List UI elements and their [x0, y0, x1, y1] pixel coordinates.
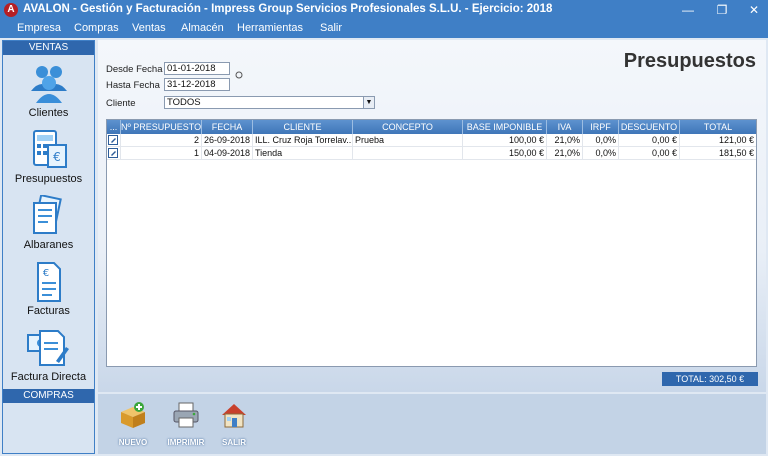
budget-calculator-icon: €	[33, 130, 67, 168]
cell-concepto	[353, 147, 463, 160]
main-panel: Presupuestos Desde Fecha Hasta Fecha Cli…	[98, 40, 766, 392]
total-badge: TOTAL: 302,50 €	[662, 372, 758, 386]
sidebar-item-presupuestos[interactable]: € Presupuestos	[3, 127, 94, 189]
hasta-fecha-input[interactable]	[164, 78, 230, 91]
svg-text:€: €	[53, 150, 61, 164]
cell-iva: 21,0%	[547, 134, 583, 147]
cell-descuento: 0,00 €	[619, 147, 680, 160]
imprimir-label: IMPRIMIR	[167, 438, 205, 447]
exit-house-icon	[222, 404, 246, 428]
invoice-icon: €	[37, 262, 61, 302]
nuevo-label: NUEVO	[118, 438, 148, 447]
app-logo-icon: A	[4, 3, 18, 17]
edit-icon[interactable]	[108, 135, 119, 145]
cell-total: 181,50 €	[718, 148, 754, 158]
edit-cell[interactable]	[107, 147, 121, 160]
close-button[interactable]: ✕	[745, 2, 763, 18]
column-header-numero[interactable]: Nº PRESUPUESTO	[121, 120, 202, 134]
sidebar-item-factura-directa[interactable]: Factura Directa	[3, 325, 94, 387]
nuevo-button[interactable]: NUEVO	[109, 398, 157, 450]
sidebar-item-label: Facturas	[27, 305, 70, 317]
new-box-icon	[121, 402, 145, 428]
edit-icon[interactable]	[108, 148, 119, 158]
cell-base-imponible: 100,00 €	[463, 134, 547, 147]
menu-compras[interactable]: Compras	[74, 22, 119, 34]
table-header: ... Nº PRESUPUESTO FECHA CLIENTE CONCEPT…	[107, 120, 756, 134]
printer-icon	[173, 402, 199, 428]
column-header-actions[interactable]: ...	[107, 120, 121, 134]
sidebar-item-label: Clientes	[28, 107, 69, 119]
table-row[interactable]: 1 04-09-2018 Tienda 150,00 € 21,0% 0,0% …	[107, 147, 756, 160]
cell-base-imponible: 150,00 €	[463, 147, 547, 160]
cell-cliente: Tienda	[253, 147, 353, 160]
sidebar-item-facturas[interactable]: € Facturas	[3, 259, 94, 321]
menu-salir[interactable]: Salir	[320, 22, 342, 34]
cell-irpf: 0,0%	[583, 134, 619, 147]
refresh-icon[interactable]	[235, 71, 243, 79]
title-bar: A AVALON - Gestión y Facturación - Impre…	[0, 0, 768, 20]
clients-icon	[31, 66, 67, 103]
menu-almacen[interactable]: Almacén	[181, 22, 224, 34]
menu-herramientas[interactable]: Herramientas	[237, 22, 303, 34]
budgets-table: ... Nº PRESUPUESTO FECHA CLIENTE CONCEPT…	[106, 119, 757, 367]
sidebar-item-clientes[interactable]: Clientes	[3, 61, 94, 123]
cell-fecha: 26-09-2018	[202, 134, 253, 147]
hasta-fecha-label: Hasta Fecha	[106, 80, 160, 91]
menu-empresa[interactable]: Empresa	[17, 22, 61, 34]
cell-irpf: 0,0%	[583, 147, 619, 160]
chevron-down-icon[interactable]: ▼	[363, 97, 374, 108]
desde-fecha-input[interactable]	[164, 62, 230, 75]
page-title: Presupuestos	[623, 50, 756, 72]
minimize-button[interactable]: —	[679, 2, 697, 18]
direct-invoice-icon	[27, 330, 69, 366]
column-header-total[interactable]: TOTAL	[680, 120, 756, 134]
column-header-concepto[interactable]: CONCEPTO	[353, 120, 463, 134]
cliente-select-value: TODOS	[167, 97, 201, 108]
cell-numero: 1	[121, 147, 202, 160]
delivery-notes-icon	[33, 195, 62, 234]
column-header-irpf[interactable]: IRPF	[583, 120, 619, 134]
sidebar-section-ventas[interactable]: VENTAS	[3, 41, 94, 55]
cell-cliente: ILL. Cruz Roja Torrelav...	[255, 134, 353, 147]
sidebar-item-label: Factura Directa	[10, 371, 87, 383]
column-header-fecha[interactable]: FECHA	[202, 120, 253, 134]
cell-numero: 2	[121, 134, 202, 147]
maximize-button[interactable]: ❐	[713, 2, 731, 18]
cell-fecha: 04-09-2018	[202, 147, 253, 160]
column-header-iva[interactable]: IVA	[547, 120, 583, 134]
desde-fecha-label: Desde Fecha	[106, 64, 163, 75]
sidebar: VENTAS Clientes € Presupuestos Albaranes	[2, 40, 95, 454]
sidebar-item-label: Presupuestos	[14, 173, 83, 185]
column-header-base-imponible[interactable]: BASE IMPONIBLE	[463, 120, 547, 134]
menu-bar: Empresa Compras Ventas Almacén Herramien…	[0, 20, 768, 38]
menu-ventas[interactable]: Ventas	[132, 22, 166, 34]
column-header-cliente[interactable]: CLIENTE	[253, 120, 353, 134]
salir-button[interactable]: SALIR	[210, 398, 258, 450]
imprimir-button[interactable]: IMPRIMIR	[162, 398, 210, 450]
cell-concepto: Prueba	[353, 134, 463, 147]
cliente-select[interactable]: TODOS ▼	[164, 96, 375, 109]
cliente-label: Cliente	[106, 98, 136, 109]
sidebar-item-albaranes[interactable]: Albaranes	[3, 193, 94, 255]
salir-label: SALIR	[222, 438, 246, 447]
bottom-toolbar: NUEVO IMPRIMIR SALIR	[98, 394, 766, 454]
sidebar-section-compras[interactable]: COMPRAS	[3, 389, 94, 403]
cell-descuento: 0,00 €	[619, 134, 680, 147]
cell-iva: 21,0%	[547, 147, 583, 160]
cell-total: 121,00 €	[718, 135, 754, 145]
table-row[interactable]: 2 26-09-2018 ILL. Cruz Roja Torrelav... …	[107, 134, 756, 147]
svg-text:€: €	[43, 268, 49, 279]
sidebar-item-label: Albaranes	[23, 239, 74, 251]
column-header-descuento[interactable]: DESCUENTO	[619, 120, 680, 134]
edit-cell[interactable]	[107, 134, 121, 147]
window-title: AVALON - Gestión y Facturación - Impress…	[23, 3, 553, 15]
